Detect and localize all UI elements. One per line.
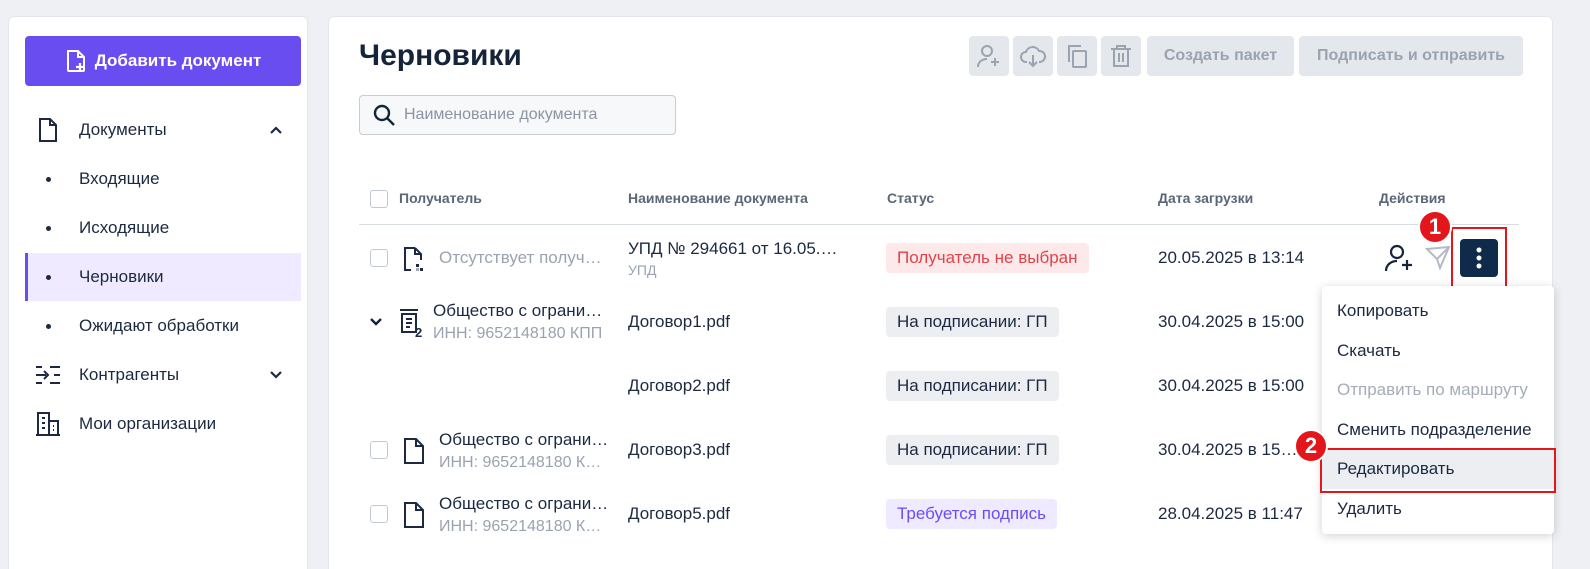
document-icon (404, 502, 424, 528)
sidebar-item-label: Ожидают обработки (79, 316, 239, 335)
upload-date: 30.04.2025 в 15:00 (1158, 440, 1298, 459)
sidebar: Добавить документ Документы Входящие Исх… (8, 16, 308, 569)
trash-icon (1111, 45, 1131, 67)
status-badge: На подписании: ГП (886, 371, 1059, 401)
column-header-document-name[interactable]: Наименование документа (628, 190, 808, 206)
counterparties-icon (35, 362, 61, 388)
page-title: Черновики (359, 39, 522, 72)
document-name[interactable]: Договор1.pdf (628, 312, 730, 332)
header-divider (359, 224, 1519, 225)
bullet-icon (46, 274, 51, 280)
step-1-marker: 1 (1418, 210, 1452, 244)
row-checkbox[interactable] (370, 505, 388, 523)
copy-button[interactable] (1057, 36, 1097, 76)
user-plus-icon (977, 45, 999, 68)
sidebar-item-pending[interactable]: Ожидают обработки (25, 302, 301, 350)
document-unsigned-icon (404, 247, 423, 271)
search-box (359, 95, 676, 135)
add-document-label: Добавить документ (94, 51, 262, 70)
create-package-button[interactable]: Создать пакет (1147, 36, 1294, 76)
column-header-recipient[interactable]: Получатель (399, 190, 482, 206)
sidebar-item-label: Контрагенты (79, 365, 180, 384)
recipient-inn: ИНН: 9652148180 КПП (439, 518, 604, 535)
chevron-down-icon[interactable] (269, 368, 283, 382)
chevron-down-icon[interactable] (369, 315, 383, 329)
user-plus-icon[interactable] (1384, 243, 1414, 273)
sidebar-item-label: Входящие (79, 169, 160, 188)
sidebar-item-outgoing[interactable]: Исходящие (25, 204, 301, 252)
step-2-highlight (1320, 448, 1556, 493)
cloud-download-icon (1020, 46, 1046, 68)
document-icon (35, 117, 61, 143)
select-all-checkbox[interactable] (370, 190, 388, 208)
document-name[interactable]: УПД № 294661 от 16.05.2025 (628, 239, 843, 259)
document-name[interactable]: Договор5.pdf (628, 504, 730, 524)
recipient-name: Отсутствует получатель (439, 248, 609, 267)
column-header-upload-date[interactable]: Дата загрузки (1158, 190, 1253, 206)
upload-date: 30.04.2025 в 15:00 (1158, 312, 1305, 331)
upload-date: 30.04.2025 в 15:00 (1158, 376, 1305, 395)
step-2-marker: 2 (1294, 429, 1328, 463)
bullet-icon (46, 323, 51, 329)
sidebar-item-label: Черновики (79, 267, 164, 286)
sidebar-item-incoming[interactable]: Входящие (25, 155, 301, 203)
sidebar-item-label: Мои организации (79, 414, 217, 433)
copy-icon (1068, 45, 1087, 68)
status-badge: Получатель не выбран (886, 243, 1089, 273)
column-header-status[interactable]: Статус (887, 190, 934, 206)
document-type: УПД (628, 262, 657, 278)
package-count: 2 (415, 325, 423, 340)
menu-item-send-route: Отправить по маршруту (1337, 380, 1528, 399)
file-plus-icon (66, 50, 85, 72)
sidebar-item-documents[interactable]: Документы (25, 106, 301, 154)
send-icon[interactable] (1425, 245, 1451, 271)
chevron-up-icon[interactable] (269, 123, 283, 137)
sidebar-item-label: Исходящие (79, 218, 170, 237)
row-checkbox[interactable] (370, 441, 388, 459)
recipient-inn: ИНН: 9652148180 КПП (439, 454, 604, 471)
step-1-highlight (1451, 227, 1507, 288)
building-icon (35, 411, 61, 437)
sidebar-item-counterparties[interactable]: Контрагенты (25, 351, 301, 399)
sidebar-item-my-organizations[interactable]: Мои организации (25, 400, 301, 448)
document-icon (404, 438, 424, 464)
status-badge: Требуется подпись (886, 499, 1057, 529)
menu-item-download[interactable]: Скачать (1322, 331, 1554, 371)
search-icon (373, 104, 395, 126)
delete-button[interactable] (1101, 36, 1141, 76)
document-name[interactable]: Договор3.pdf (628, 440, 730, 460)
upload-date: 20.05.2025 в 13:14 (1158, 248, 1305, 267)
recipient-inn: ИНН: 9652148180 КПП (433, 325, 603, 342)
sidebar-item-drafts[interactable]: Черновики (25, 253, 301, 301)
menu-item-change-department[interactable]: Сменить подразделение (1322, 410, 1554, 450)
add-document-button[interactable]: Добавить документ (25, 36, 301, 86)
sidebar-item-label: Документы (79, 120, 167, 139)
document-name[interactable]: Договор2.pdf (628, 376, 730, 396)
row-checkbox[interactable] (370, 249, 388, 267)
download-button[interactable] (1013, 36, 1053, 76)
menu-item-delete[interactable]: Удалить (1322, 489, 1554, 529)
upload-date: 28.04.2025 в 11:47 (1158, 504, 1303, 523)
recipient-name: Общество с ограниченной (439, 430, 609, 449)
recipient-name: Общество с ограниченной (439, 494, 609, 513)
sign-and-send-button[interactable]: Подписать и отправить (1299, 36, 1523, 76)
column-header-actions: Действия (1379, 190, 1446, 206)
status-badge: На подписании: ГП (886, 435, 1059, 465)
recipient-name: Общество с ограниченной ответственностью (433, 301, 609, 320)
bullet-icon (46, 225, 51, 231)
bullet-icon (46, 176, 51, 182)
search-input[interactable] (404, 106, 664, 124)
assign-recipient-button[interactable] (969, 36, 1009, 76)
menu-item-copy[interactable]: Копировать (1322, 291, 1554, 331)
actions-dropdown-menu: Копировать Скачать Отправить по маршруту… (1322, 286, 1554, 534)
status-badge: На подписании: ГП (886, 307, 1059, 337)
